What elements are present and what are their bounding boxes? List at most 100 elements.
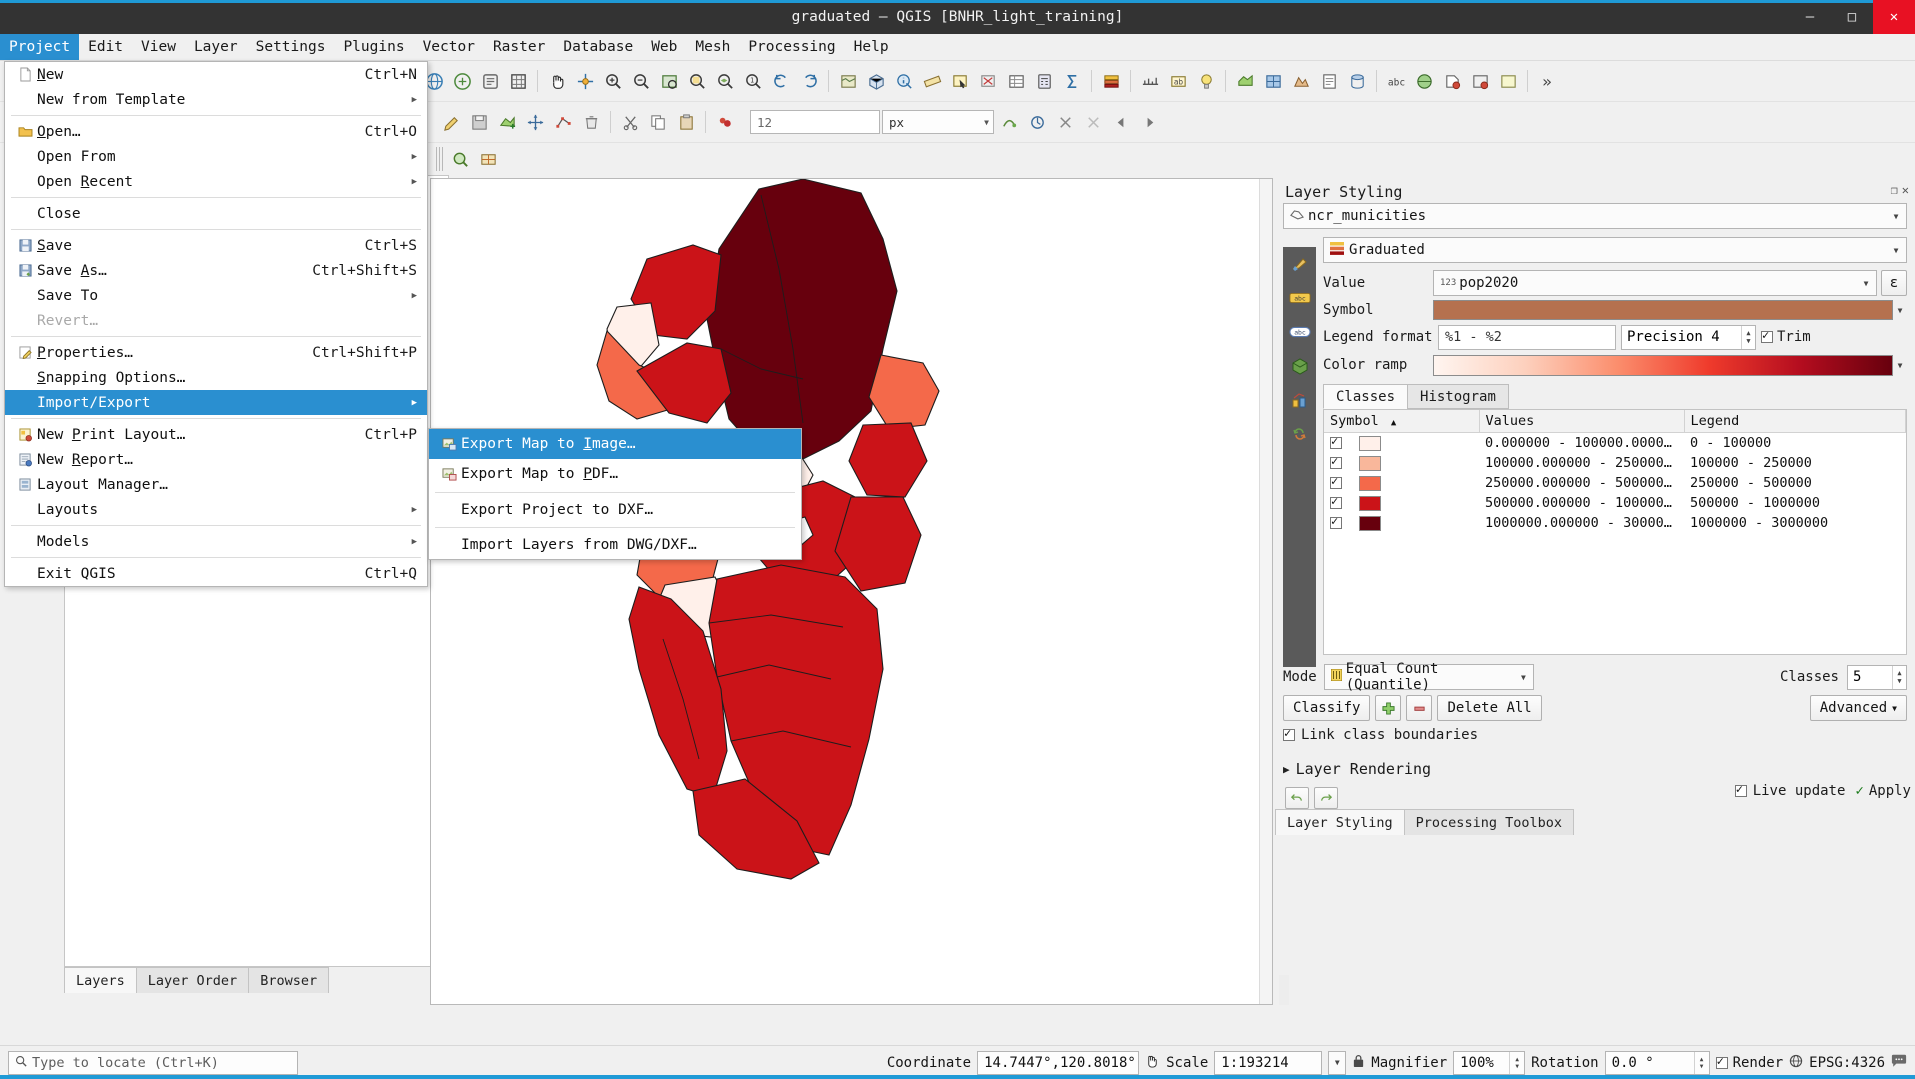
submenu-item-export-map-to-image[interactable]: Export Map to Image… xyxy=(429,429,801,459)
scale-field[interactable]: 1:193214 xyxy=(1214,1051,1322,1075)
font-size-input[interactable]: 12 xyxy=(750,110,880,134)
zoom-full-icon[interactable] xyxy=(656,68,682,94)
menu-item-layouts[interactable]: Layouts ▶ xyxy=(5,497,427,522)
table-row[interactable]: 0.000000 - 100000.0000… 0 - 100000 xyxy=(1324,433,1906,454)
3d-view-icon[interactable] xyxy=(1283,349,1316,383)
map-view-3d-icon[interactable] xyxy=(863,68,889,94)
mode-combo[interactable]: Equal Count (Quantile) ▼ xyxy=(1324,664,1534,690)
row-color-swatch[interactable] xyxy=(1359,496,1381,511)
rotation-field[interactable]: 0.0 ° ▲▼ xyxy=(1605,1051,1710,1075)
submenu-item-export-map-to-pdf[interactable]: Export Map to PDF… xyxy=(429,459,801,489)
menu-help[interactable]: Help xyxy=(845,34,898,60)
menu-item-new-report[interactable]: New Report… xyxy=(5,447,427,472)
layer-rendering-section[interactable]: ▶ Layer Rendering xyxy=(1283,760,1431,778)
row-legend-cell[interactable]: 1000000 - 3000000 xyxy=(1684,513,1906,533)
link-class-boundaries-checkbox[interactable]: Link class boundaries xyxy=(1283,727,1478,743)
undo-style-button[interactable] xyxy=(1285,787,1309,809)
menu-item-open-from[interactable]: Open From ▶ xyxy=(5,144,427,169)
menu-item-new[interactable]: New Ctrl+N xyxy=(5,62,427,87)
menu-database[interactable]: Database xyxy=(554,34,642,60)
history-undo-icon[interactable] xyxy=(1283,417,1316,451)
menu-item-models[interactable]: Models ▶ xyxy=(5,529,427,554)
menu-edit[interactable]: Edit xyxy=(79,34,132,60)
chevron-down-icon[interactable]: ▼ xyxy=(1893,306,1907,315)
menu-processing[interactable]: Processing xyxy=(739,34,844,60)
submenu-item-export-project-to-dxf[interactable]: Export Project to DXF… xyxy=(429,496,801,524)
paste-features-icon[interactable] xyxy=(673,109,699,135)
tab-processing-toolbox[interactable]: Processing Toolbox xyxy=(1404,809,1574,835)
masks-abc-icon[interactable]: abc xyxy=(1283,315,1316,349)
add-feature-icon[interactable] xyxy=(494,109,520,135)
legend-format-input[interactable]: %1 - %2 xyxy=(1438,325,1616,350)
table-row[interactable]: 250000.000000 - 500000… 250000 - 500000 xyxy=(1324,473,1906,493)
grid-icon[interactable] xyxy=(505,68,531,94)
new-temp-layer-icon[interactable] xyxy=(1495,68,1521,94)
import-export-submenu-popup[interactable]: Export Map to Image… Export Map to PDF… … xyxy=(428,428,802,560)
project-menu-popup[interactable]: New Ctrl+N New from Template ▶ Open… Ctr… xyxy=(4,61,428,587)
minimize-button[interactable]: – xyxy=(1789,0,1831,34)
text-style-icon[interactable] xyxy=(712,109,738,135)
tab-browser[interactable]: Browser xyxy=(248,967,329,993)
zoom-in-icon[interactable] xyxy=(600,68,626,94)
menu-item-close[interactable]: Close xyxy=(5,201,427,226)
toolbar-drag-handle[interactable] xyxy=(436,147,443,171)
column-header-legend[interactable]: Legend xyxy=(1684,410,1906,433)
measure-bar-icon[interactable] xyxy=(1137,68,1163,94)
delete-all-button[interactable]: Delete All xyxy=(1437,695,1541,721)
undock-icon[interactable]: ❐ xyxy=(1891,183,1898,197)
symbol-preview[interactable] xyxy=(1433,300,1893,320)
new-map-view-icon[interactable] xyxy=(835,68,861,94)
submenu-item-import-layers-from-dwg-dxf[interactable]: Import Layers from DWG/DXF… xyxy=(429,531,801,559)
menu-item-save[interactable]: Save Ctrl+S xyxy=(5,233,427,258)
spinner-arrows-icon[interactable]: ▲▼ xyxy=(1892,666,1906,689)
close-button[interactable]: ✕ xyxy=(1873,0,1915,34)
row-legend-cell[interactable]: 100000 - 250000 xyxy=(1684,453,1906,473)
table-row[interactable]: 500000.000000 - 100000… 500000 - 1000000 xyxy=(1324,493,1906,513)
menu-vector[interactable]: Vector xyxy=(414,34,484,60)
zoom-last-icon[interactable] xyxy=(768,68,794,94)
lightbulb-icon[interactable] xyxy=(1193,68,1219,94)
menu-item-exit-qgis[interactable]: Exit QGIS Ctrl+Q xyxy=(5,561,427,586)
row-color-swatch[interactable] xyxy=(1359,476,1381,491)
field-calculator-icon[interactable] xyxy=(1031,68,1057,94)
font-unit-combo[interactable]: px ▼ xyxy=(882,110,994,134)
color-ramp-preview[interactable] xyxy=(1433,355,1893,376)
scale-dropdown-icon[interactable]: ▼ xyxy=(1328,1051,1346,1075)
delete-selected-icon[interactable] xyxy=(578,109,604,135)
messages-icon[interactable] xyxy=(1891,1054,1907,1072)
crs-globe-icon[interactable] xyxy=(1789,1054,1803,1072)
statistics-sum-icon[interactable] xyxy=(1059,68,1085,94)
row-legend-cell[interactable]: 0 - 100000 xyxy=(1684,433,1906,454)
layer-styling-panel-icon[interactable] xyxy=(1098,68,1124,94)
classes-count-spinner[interactable]: 5 ▲▼ xyxy=(1847,665,1907,690)
renderer-type-combo[interactable]: Graduated ▼ xyxy=(1323,237,1907,263)
menu-item-layout-manager[interactable]: Layout Manager… xyxy=(5,472,427,497)
zoom-to-selection-icon[interactable] xyxy=(684,68,710,94)
row-checkbox[interactable] xyxy=(1330,457,1342,469)
menu-item-import-export[interactable]: Import/Export ▶ xyxy=(5,390,427,415)
menu-plugins[interactable]: Plugins xyxy=(334,34,413,60)
classes-table-container[interactable]: Symbol ▲ Values Legend 0.000000 - 100000… xyxy=(1323,409,1907,655)
value-field-combo[interactable]: 123 pop2020 ▼ xyxy=(1433,270,1877,296)
tab-layer-order[interactable]: Layer Order xyxy=(136,967,249,993)
symbology-brush-icon[interactable] xyxy=(1283,247,1316,281)
column-header-values[interactable]: Values xyxy=(1479,410,1684,433)
node-tool-icon[interactable] xyxy=(550,109,576,135)
pan-hand-icon[interactable] xyxy=(544,68,570,94)
zoom-native-icon[interactable]: 1 xyxy=(740,68,766,94)
row-symbol-cell[interactable] xyxy=(1324,493,1479,513)
row-legend-cell[interactable]: 250000 - 500000 xyxy=(1684,473,1906,493)
row-symbol-cell[interactable] xyxy=(1324,473,1479,493)
crs-label[interactable]: EPSG:4326 xyxy=(1809,1055,1885,1071)
panel-close-icon[interactable]: ✕ xyxy=(1902,183,1909,197)
toggle-coordinate-capture-icon[interactable] xyxy=(1145,1053,1160,1072)
label-left-icon[interactable] xyxy=(1108,109,1134,135)
row-checkbox[interactable] xyxy=(1330,497,1342,509)
tab-layers[interactable]: Layers xyxy=(64,967,137,993)
abc-labeling-icon[interactable]: abc xyxy=(1383,68,1409,94)
row-symbol-cell[interactable] xyxy=(1324,513,1479,533)
pan-to-selection-icon[interactable] xyxy=(572,68,598,94)
hide-labels-icon[interactable] xyxy=(1052,109,1078,135)
coordinate-field[interactable]: 14.7447°,120.8018° xyxy=(977,1051,1139,1075)
add-wms-layer-icon[interactable] xyxy=(1411,68,1437,94)
